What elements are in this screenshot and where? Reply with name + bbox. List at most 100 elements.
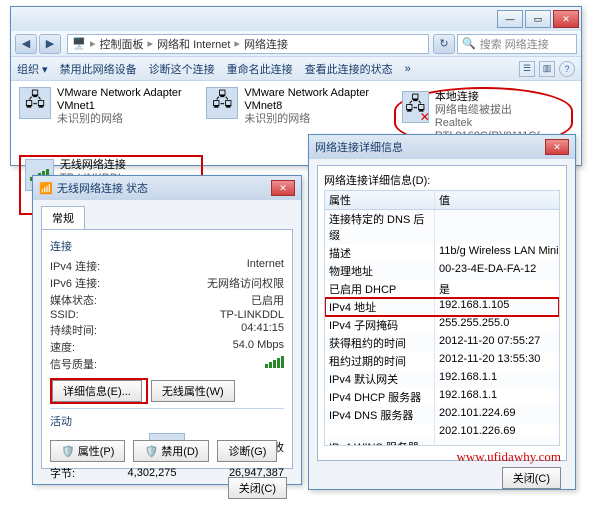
- table-row[interactable]: 获得租约的时间2012-11-20 07:55:27: [325, 334, 559, 352]
- preview-icon[interactable]: ▥: [539, 61, 555, 77]
- diagnose-button[interactable]: 诊断(G): [217, 440, 277, 462]
- network-icon: 🖧: [19, 87, 51, 119]
- table-row[interactable]: IPv4 地址192.168.1.105: [325, 298, 559, 316]
- table-row[interactable]: IPv4 WINS 服务器: [325, 438, 559, 446]
- diagnose-connection[interactable]: 诊断这个连接: [149, 61, 215, 77]
- bytes-sent: 4,302,275: [128, 467, 177, 479]
- value: 54.0 Mbps: [233, 339, 284, 355]
- breadcrumb[interactable]: 🖥️ ▸ 控制面板 ▸ 网络和 Internet ▸ 网络连接: [67, 34, 429, 54]
- value: 无网络访问权限: [207, 275, 284, 291]
- label: 信号质量:: [50, 356, 97, 372]
- search-input[interactable]: 🔍 搜索 网络连接: [457, 34, 577, 54]
- value: Internet: [247, 258, 284, 274]
- view-icon[interactable]: ☰: [519, 61, 535, 77]
- prop-value: 00-23-4E-DA-FA-12: [435, 262, 559, 280]
- signal-bars: [265, 356, 284, 372]
- crumb[interactable]: 网络连接: [244, 36, 288, 52]
- close-dialog-button[interactable]: 关闭(C): [502, 467, 561, 489]
- prop-name: 租约过期的时间: [325, 352, 435, 370]
- prop-name: 已启用 DHCP: [325, 280, 435, 298]
- prop-value: [435, 210, 559, 244]
- table-row[interactable]: IPv4 DHCP 服务器192.168.1.1: [325, 388, 559, 406]
- rename-connection[interactable]: 重命名此连接: [227, 61, 293, 77]
- close-button[interactable]: ✕: [553, 10, 579, 28]
- refresh-button[interactable]: ↻: [433, 34, 455, 54]
- prop-value: 192.168.1.1: [435, 370, 559, 388]
- shield-icon: 🛡️: [61, 446, 75, 458]
- wireless-props-button[interactable]: 无线属性(W): [151, 380, 235, 402]
- table-row[interactable]: 描述11b/g Wireless LAN Mini PCI Ex: [325, 244, 559, 262]
- adapter-sub: VMnet1: [57, 100, 182, 113]
- bytes-label: 字节:: [50, 465, 75, 481]
- overflow[interactable]: »: [405, 63, 411, 75]
- table-row[interactable]: 物理地址00-23-4E-DA-FA-12: [325, 262, 559, 280]
- prop-value: 是: [435, 280, 559, 298]
- forward-button[interactable]: ▶: [39, 34, 61, 54]
- prop-name: IPv4 子网掩码: [325, 316, 435, 334]
- adapter-name: VMware Network Adapter: [244, 87, 369, 100]
- table-row[interactable]: IPv4 默认网关192.168.1.1: [325, 370, 559, 388]
- titlebar: — ▭ ✕: [11, 7, 581, 31]
- dialog-title: 无线网络连接 状态: [57, 180, 148, 196]
- view-buttons: ☰ ▥ ?: [519, 61, 575, 77]
- network-icon: 🖧✕: [402, 91, 429, 123]
- maximize-button[interactable]: ▭: [525, 10, 551, 28]
- details-button[interactable]: 详细信息(E)...: [52, 380, 142, 402]
- label: IPv4 连接:: [50, 258, 100, 274]
- minimize-button[interactable]: —: [497, 10, 523, 28]
- table-row[interactable]: 202.101.226.69: [325, 424, 559, 438]
- label: 持续时间:: [50, 322, 97, 338]
- value: 已启用: [251, 292, 284, 308]
- toolbar: 组织 ▾ 禁用此网络设备 诊断这个连接 重命名此连接 查看此连接的状态 » ☰ …: [11, 57, 581, 81]
- prop-value: 202.101.226.69: [435, 424, 559, 438]
- close-button[interactable]: ✕: [545, 139, 569, 155]
- prop-name: 获得租约的时间: [325, 334, 435, 352]
- connection-details-dialog: 网络连接详细信息 ✕ 网络连接详细信息(D): 属性 值 连接特定的 DNS 后…: [308, 134, 576, 490]
- dialog-titlebar: 网络连接详细信息 ✕: [309, 135, 575, 159]
- table-row[interactable]: 租约过期的时间2012-11-20 13:55:30: [325, 352, 559, 370]
- label: IPv6 连接:: [50, 275, 100, 291]
- adapter-vmnet1[interactable]: 🖧 VMware Network Adapter VMnet1 未识别的网络: [19, 87, 198, 147]
- crumb[interactable]: 网络和 Internet: [157, 36, 230, 52]
- crumb[interactable]: 控制面板: [100, 36, 144, 52]
- adapter-status: 未识别的网络: [57, 113, 182, 126]
- tab-row: 常规: [33, 200, 301, 229]
- table-row[interactable]: 连接特定的 DNS 后缀: [325, 210, 559, 244]
- wireless-status-dialog: 📶 无线网络连接 状态 ✕ 常规 连接 IPv4 连接: Internet IPv…: [32, 175, 302, 485]
- prop-value: 192.168.1.105: [435, 298, 559, 316]
- network-icon: 🖧: [206, 87, 238, 119]
- search-icon: 🔍: [462, 37, 476, 50]
- col-value: 值: [435, 191, 559, 209]
- adapter-status: 网络电缆被拔出: [435, 104, 565, 117]
- disable-button[interactable]: 🛡️ 禁用(D): [133, 440, 209, 462]
- view-status[interactable]: 查看此连接的状态: [305, 61, 393, 77]
- prop-value: 2012-11-20 07:55:27: [435, 334, 559, 352]
- section-connection: 连接: [50, 238, 284, 254]
- table-row[interactable]: IPv4 DNS 服务器202.101.224.69: [325, 406, 559, 424]
- adapter-name: 无线网络连接: [60, 159, 197, 172]
- back-button[interactable]: ◀: [15, 34, 37, 54]
- label: 速度:: [50, 339, 75, 355]
- dialog-title: 网络连接详细信息: [315, 139, 403, 155]
- prop-value: 11b/g Wireless LAN Mini PCI Ex: [435, 244, 559, 262]
- close-button[interactable]: ✕: [271, 180, 295, 196]
- value: TP-LINKDDL: [220, 309, 284, 321]
- table-row[interactable]: IPv4 子网掩码255.255.255.0: [325, 316, 559, 334]
- table-row[interactable]: 已启用 DHCP是: [325, 280, 559, 298]
- wifi-icon: 📶: [39, 181, 53, 195]
- properties-button[interactable]: 🛡️ 属性(P): [50, 440, 125, 462]
- label: 媒体状态:: [50, 292, 97, 308]
- prop-name: [325, 424, 435, 438]
- prop-value: 192.168.1.1: [435, 388, 559, 406]
- help-icon[interactable]: ?: [559, 61, 575, 77]
- disable-device[interactable]: 禁用此网络设备: [60, 61, 137, 77]
- organize-menu[interactable]: 组织 ▾: [17, 61, 48, 77]
- adapter-name: VMware Network Adapter: [57, 87, 182, 100]
- watermark: www.ufidawhy.com: [457, 449, 561, 465]
- prop-name: 描述: [325, 244, 435, 262]
- value: 04:41:15: [241, 322, 284, 338]
- search-placeholder: 搜索 网络连接: [480, 36, 549, 52]
- tab-general[interactable]: 常规: [41, 206, 85, 229]
- property-grid[interactable]: 属性 值 连接特定的 DNS 后缀描述11b/g Wireless LAN Mi…: [324, 190, 560, 446]
- dialog-titlebar: 📶 无线网络连接 状态 ✕: [33, 176, 301, 200]
